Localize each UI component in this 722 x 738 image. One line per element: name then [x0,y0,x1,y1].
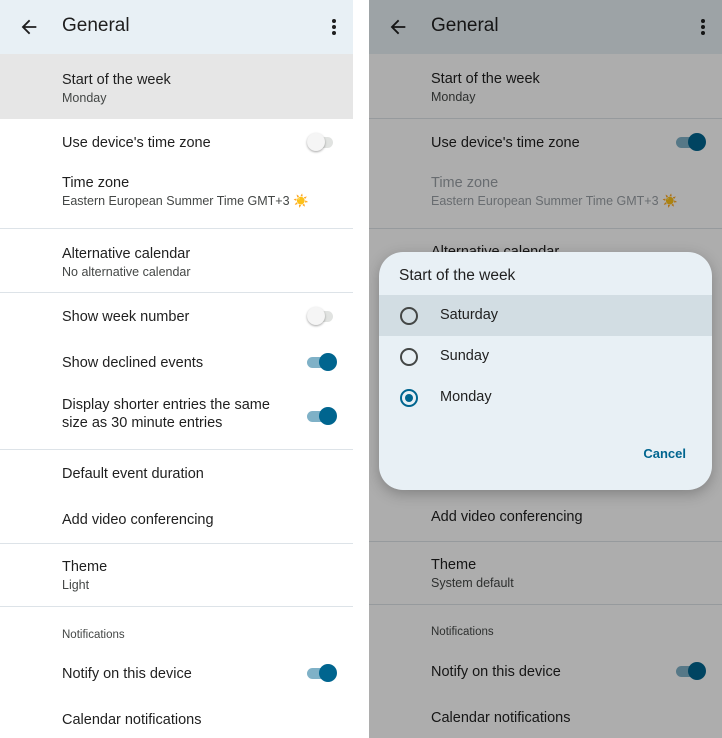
switch-knob [319,664,337,682]
setting-label-line-1: Display shorter entries the same [62,397,270,413]
switch-knob [307,133,325,151]
switch-knob [319,353,337,371]
setting-label: Use device's time zone [62,135,211,151]
page-title: General [62,15,130,36]
switch-knob [319,407,337,425]
device-time-zone-switch[interactable] [307,132,337,152]
settings-screen-left: General Start of the week Monday Use dev… [0,0,353,738]
setting-label: Start of the week [62,72,171,88]
dialog-title: Start of the week [399,267,516,284]
shorter-entries-switch[interactable] [307,406,337,426]
option-monday[interactable]: Monday [379,377,712,418]
radio-button[interactable] [400,307,418,325]
arrow-back-icon[interactable] [18,16,40,38]
setting-time-zone[interactable]: Time zone Eastern European Summer Time G… [0,165,353,228]
setting-label: Show declined events [62,355,204,371]
setting-declined-events[interactable]: Show declined events [0,339,353,385]
setting-notify-device[interactable]: Notify on this device [0,650,353,696]
setting-start-of-week[interactable]: Start of the week Monday [0,54,353,119]
setting-calendar-notifications[interactable]: Calendar notifications [0,696,353,738]
option-sunday[interactable]: Sunday [379,336,712,377]
setting-label: Add video conferencing [62,512,214,528]
setting-label: Default event duration [62,466,204,482]
setting-label-line-2: size as 30 minute entries [62,415,223,431]
section-header: Notifications [62,629,125,641]
radio-button-checked[interactable] [400,389,418,407]
declined-events-switch[interactable] [307,352,337,372]
option-saturday[interactable]: Saturday [379,295,712,336]
option-label: Sunday [440,348,490,364]
setting-label: Theme [62,559,108,575]
week-number-switch[interactable] [307,306,337,326]
option-label: Saturday [440,307,499,323]
notify-device-switch[interactable] [307,663,337,683]
setting-label: Notify on this device [62,666,192,682]
setting-value: Light [62,578,90,592]
cancel-button[interactable]: Cancel [643,446,686,461]
setting-value: Monday [62,91,107,105]
setting-label: Alternative calendar [62,246,191,262]
setting-label: Time zone [62,175,130,191]
start-of-week-dialog: Start of the week Saturday Sunday Monday… [379,252,712,490]
more-vert-icon[interactable] [327,16,341,38]
setting-week-number[interactable]: Show week number [0,293,353,339]
setting-default-event-duration[interactable]: Default event duration [0,450,353,496]
switch-knob [307,307,325,325]
setting-alternative-calendar[interactable]: Alternative calendar No alternative cale… [0,229,353,292]
setting-device-time-zone[interactable]: Use device's time zone [0,119,353,165]
radio-button[interactable] [400,348,418,366]
setting-shorter-entries[interactable]: Display shorter entries the same size as… [0,385,353,449]
setting-theme[interactable]: Theme Light [0,544,353,606]
setting-value: No alternative calendar [62,265,191,279]
setting-label: Show week number [62,309,190,325]
setting-video-conferencing[interactable]: Add video conferencing [0,496,353,543]
option-label: Monday [440,389,492,405]
app-bar: General [0,0,353,54]
setting-label: Calendar notifications [62,712,202,728]
settings-screen-right: General Start of the week Monday Use dev… [369,0,722,738]
section-notifications: Notifications [0,607,353,650]
setting-value: Eastern European Summer Time GMT+3 ☀️ [62,194,309,208]
